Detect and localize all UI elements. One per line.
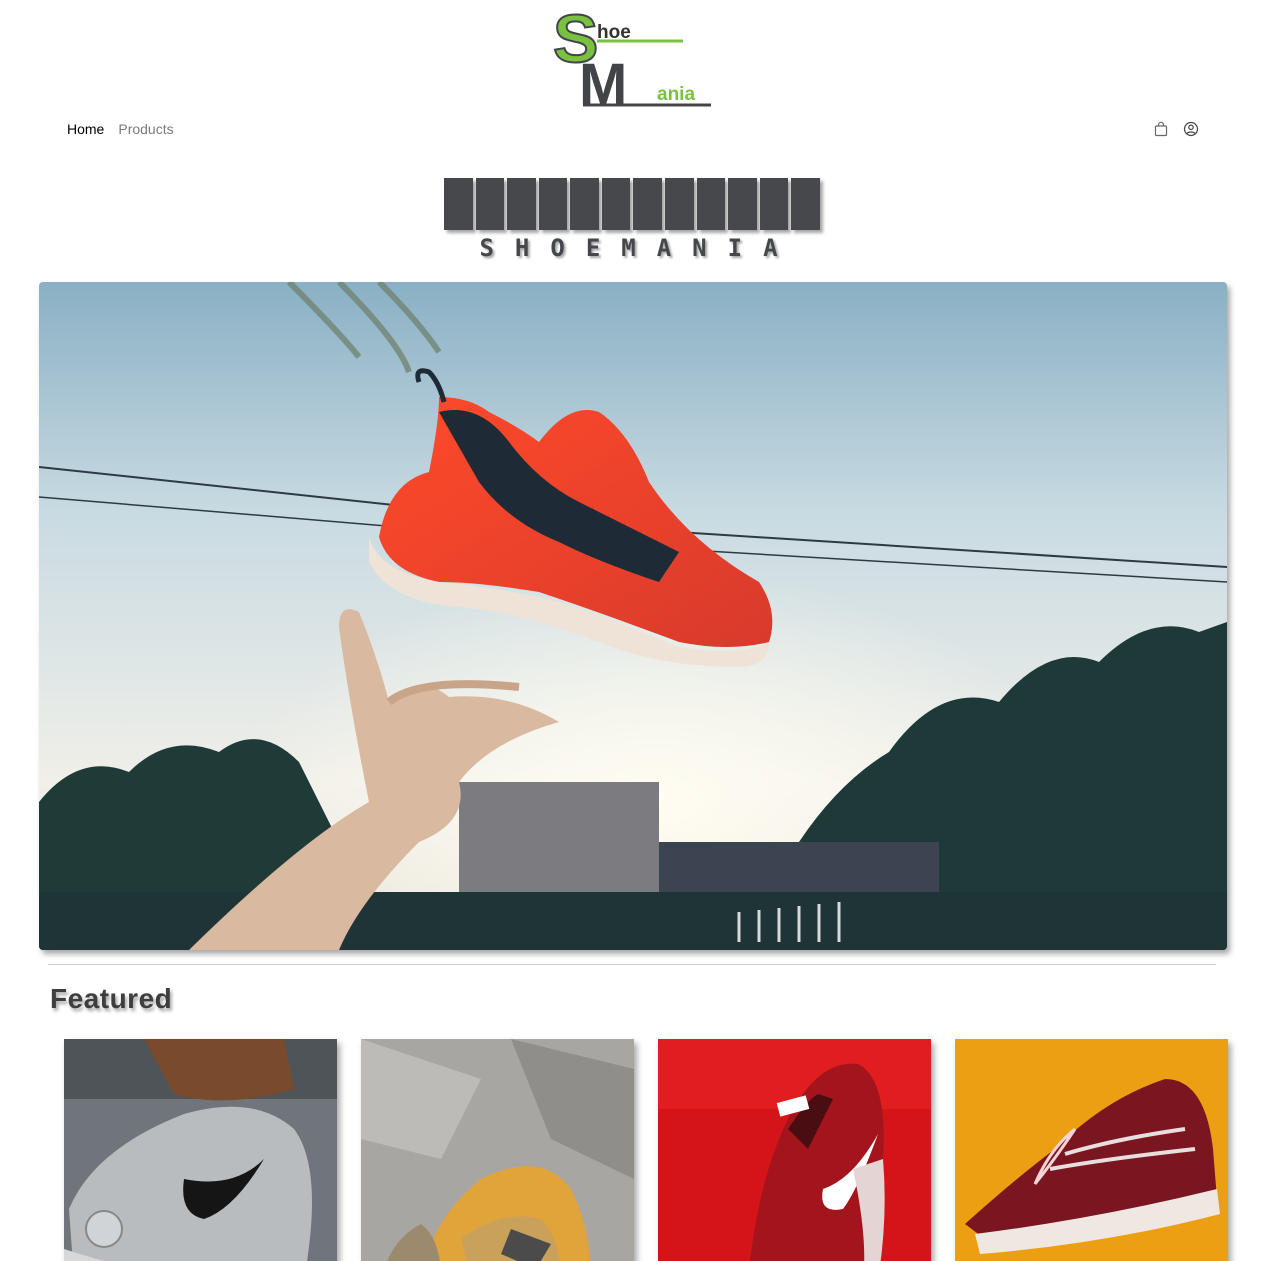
logo-line2: ania	[657, 84, 695, 105]
nav-icons	[1153, 121, 1199, 137]
user-circle-icon[interactable]	[1183, 121, 1199, 137]
brand-barcode	[444, 178, 820, 230]
featured-products	[64, 1039, 1228, 1261]
product-card[interactable]	[361, 1039, 634, 1261]
hero-image	[39, 282, 1227, 950]
shopping-bag-icon[interactable]	[1153, 121, 1169, 137]
featured-heading: Featured	[50, 983, 173, 1014]
product-image	[658, 1039, 931, 1261]
product-image	[361, 1039, 634, 1261]
product-card[interactable]	[64, 1039, 337, 1261]
section-divider	[48, 964, 1216, 965]
nav-products-link[interactable]: Products	[118, 121, 173, 137]
logo-m: M	[579, 52, 627, 108]
main-nav: Home Products	[67, 121, 174, 137]
product-image	[955, 1039, 1228, 1261]
nav-home-link[interactable]: Home	[67, 121, 104, 137]
product-card[interactable]	[955, 1039, 1228, 1261]
brand-wordmark: SHOEMANIA	[444, 178, 820, 264]
shoemania-logo[interactable]: S M hoe ania	[553, 2, 715, 108]
product-image	[64, 1039, 337, 1261]
brand-text: SHOEMANIA	[479, 234, 799, 262]
product-card[interactable]	[658, 1039, 931, 1261]
